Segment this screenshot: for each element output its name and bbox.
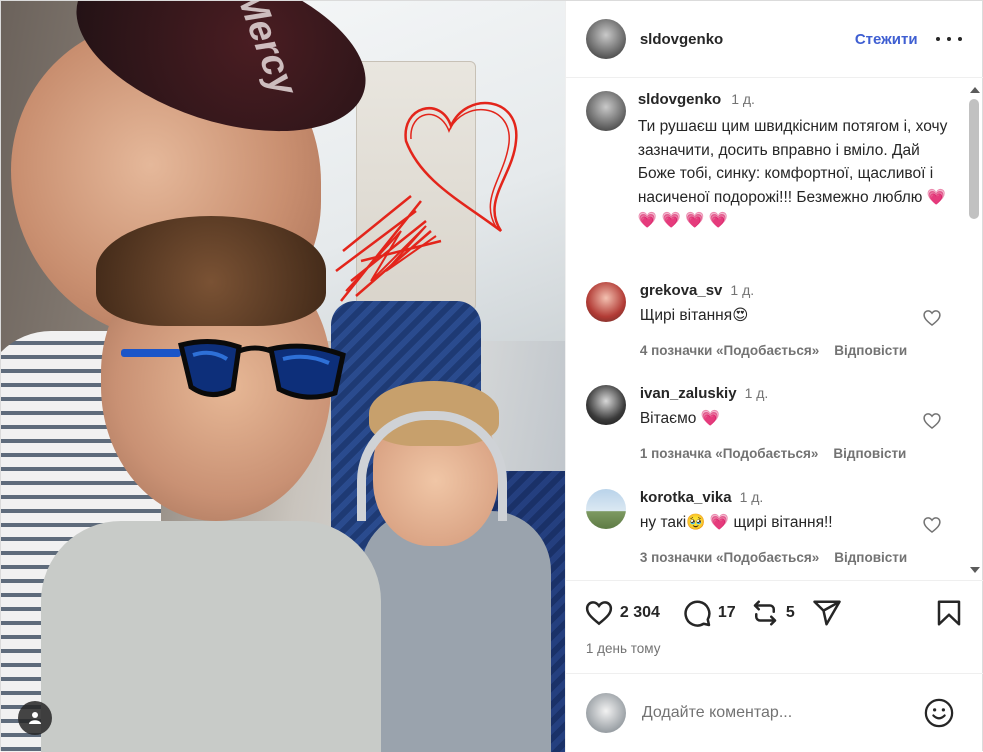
like-count[interactable]: 2 304: [620, 604, 660, 622]
comments-list[interactable]: sldovgenko 1 д. Ти рушаєш цим швидкісним…: [565, 79, 983, 581]
add-comment-bar: [565, 673, 983, 752]
caption-time[interactable]: 1 д.: [731, 91, 755, 107]
comment-username[interactable]: grekova_sv: [640, 282, 723, 299]
comment-time[interactable]: 1 д.: [745, 385, 769, 401]
emoji-icon[interactable]: [924, 698, 954, 728]
post-caption: sldovgenko 1 д. Ти рушаєш цим швидкісним…: [585, 91, 956, 233]
post-date[interactable]: 1 день тому: [586, 641, 661, 656]
comment-text: Вітаємо 💗: [639, 410, 720, 427]
post-photo[interactable]: Mercy: [1, 1, 565, 752]
caption-text: Ти рушаєш цим швидкісним потягом і, хочу…: [637, 118, 948, 229]
post-dialog: Mercy sldovgenko Стежити sldovgenko 1 д.…: [0, 0, 983, 752]
post-header: sldovgenko Стежити: [565, 1, 983, 78]
like-action[interactable]: 2 304: [584, 598, 660, 628]
reply-button[interactable]: Відповісти: [833, 446, 906, 461]
comment-likes[interactable]: 4 позначки «Подобається»: [640, 343, 819, 358]
comment-time[interactable]: 1 д.: [740, 489, 764, 505]
scroll-down-arrow[interactable]: [969, 567, 980, 573]
user-tag-button[interactable]: [18, 701, 52, 735]
caption-username[interactable]: sldovgenko: [638, 91, 721, 108]
reply-button[interactable]: Відповісти: [834, 550, 907, 565]
comment-username[interactable]: ivan_zaluskiy: [640, 385, 737, 402]
teen-hair: [96, 216, 326, 326]
caption-avatar[interactable]: [585, 91, 626, 131]
scroll-up-arrow[interactable]: [969, 87, 980, 93]
reply-button[interactable]: Відповісти: [834, 343, 907, 358]
author-avatar[interactable]: [585, 19, 626, 59]
save-icon[interactable]: [934, 598, 964, 628]
sunglasses: [121, 339, 346, 400]
comment-count[interactable]: 17: [718, 604, 736, 622]
teen-shirt: [41, 521, 381, 752]
commenter-avatar[interactable]: [585, 489, 626, 529]
comment-likes[interactable]: 3 позначки «Подобається»: [640, 550, 819, 565]
comment-text: ну такі🥹 💗 щирі вітання!!: [639, 514, 833, 531]
post-sidebar: sldovgenko Стежити sldovgenko 1 д. Ти ру…: [564, 1, 983, 752]
repost-count[interactable]: 5: [786, 604, 795, 622]
repost-icon[interactable]: [750, 598, 780, 628]
comment-input[interactable]: [641, 704, 912, 722]
author-username[interactable]: sldovgenko: [640, 31, 723, 48]
scrollbar-thumb[interactable]: [968, 99, 979, 219]
comment-item: ivan_zaluskiy 1 д. Вітаємо 💗 1 позначка …: [585, 385, 956, 461]
heart-icon[interactable]: [584, 598, 614, 628]
comment-text: Щирі вітання😍: [639, 307, 749, 324]
post-actions: 2 304 17 5 1 день тому: [566, 582, 983, 672]
kid-shirt: [361, 511, 551, 752]
commenter-avatar[interactable]: [585, 282, 626, 322]
comment-heart-icon[interactable]: [922, 308, 942, 328]
comment-icon[interactable]: [682, 598, 712, 628]
comment-heart-icon[interactable]: [922, 411, 942, 431]
follow-button[interactable]: Стежити: [855, 31, 918, 48]
comment-likes[interactable]: 1 позначка «Подобається»: [640, 446, 819, 461]
red-heart-doodle: [335, 101, 518, 302]
save-action[interactable]: [934, 598, 964, 628]
comment-time[interactable]: 1 д.: [730, 282, 754, 298]
repost-action[interactable]: 5: [750, 598, 795, 628]
more-options-icon[interactable]: [935, 28, 962, 50]
commenter-avatar[interactable]: [585, 385, 626, 425]
current-user-avatar: [585, 693, 626, 733]
user-tag-icon: [29, 712, 41, 724]
comment-action[interactable]: 17: [682, 598, 736, 628]
comment-item: grekova_sv 1 д. Щирі вітання😍 4 позначки…: [585, 282, 956, 358]
share-icon[interactable]: [812, 598, 842, 628]
comment-item: korotka_vika 1 д. ну такі🥹 💗 щирі вітанн…: [585, 489, 956, 565]
comment-heart-icon[interactable]: [922, 515, 942, 535]
comment-username[interactable]: korotka_vika: [640, 489, 732, 506]
share-action[interactable]: [812, 598, 842, 628]
